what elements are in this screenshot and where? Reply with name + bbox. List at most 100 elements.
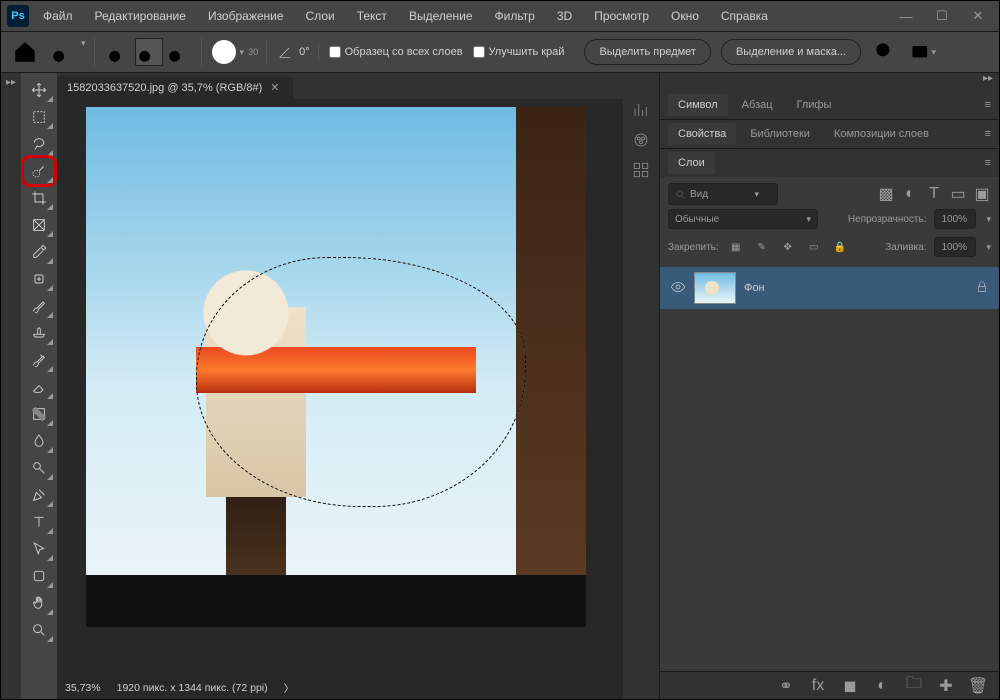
filter-type-icon[interactable]: T bbox=[925, 185, 943, 203]
filter-shape-icon[interactable]: ▭ bbox=[949, 185, 967, 203]
menu-select[interactable]: Выделение bbox=[401, 5, 481, 27]
tab-character[interactable]: Символ bbox=[668, 94, 728, 116]
path-selection-tool[interactable] bbox=[24, 536, 54, 562]
group-icon[interactable]: 🗀 bbox=[905, 677, 923, 695]
filter-pixel-icon[interactable]: ▩ bbox=[877, 185, 895, 203]
fill-input[interactable]: 100% bbox=[934, 237, 976, 257]
tab-libraries[interactable]: Библиотеки bbox=[740, 123, 820, 145]
minimize-button[interactable]: — bbox=[891, 9, 921, 24]
lock-label: Закрепить: bbox=[668, 242, 719, 253]
lock-position-icon[interactable]: ✥ bbox=[779, 238, 797, 256]
mask-icon[interactable]: ◼ bbox=[841, 677, 859, 695]
hand-tool[interactable] bbox=[24, 590, 54, 616]
canvas-viewport[interactable] bbox=[57, 99, 623, 677]
dodge-tool[interactable] bbox=[24, 455, 54, 481]
document-tab[interactable]: 1582033637520.jpg @ 35,7% (RGB/8#) ✕ bbox=[57, 76, 293, 99]
fill-label: Заливка: bbox=[885, 242, 926, 253]
tab-layers[interactable]: Слои bbox=[668, 152, 715, 174]
tab-layer-comps[interactable]: Композиции слоев bbox=[824, 123, 939, 145]
menu-view[interactable]: Просмотр bbox=[586, 5, 657, 27]
zoom-level[interactable]: 35,73% bbox=[65, 682, 101, 694]
sample-all-layers-checkbox[interactable]: Образец со всех слоев bbox=[329, 46, 463, 58]
chevron-down-icon: ▾ bbox=[932, 47, 937, 58]
filter-smart-icon[interactable]: ▣ bbox=[973, 185, 991, 203]
adjustment-layer-icon[interactable]: ◐ bbox=[873, 677, 891, 695]
lock-brush-icon[interactable]: ✎ bbox=[753, 238, 771, 256]
menu-text[interactable]: Текст bbox=[349, 5, 395, 27]
tab-paragraph[interactable]: Абзац bbox=[732, 94, 783, 116]
swatches-dock-icon[interactable] bbox=[630, 159, 652, 181]
menu-file[interactable]: Файл bbox=[35, 5, 81, 27]
select-subject-button[interactable]: Выделить предмет bbox=[584, 39, 711, 65]
layer-row-background[interactable]: Фон bbox=[660, 267, 999, 309]
histogram-dock-icon[interactable] bbox=[630, 99, 652, 121]
eyedropper-tool[interactable] bbox=[24, 239, 54, 265]
new-selection-button[interactable] bbox=[105, 38, 133, 66]
menu-layers[interactable]: Слои bbox=[298, 5, 343, 27]
delete-layer-icon[interactable]: 🗑 bbox=[969, 677, 987, 695]
link-layers-icon[interactable]: ⚭ bbox=[777, 677, 795, 695]
workspace: ▸▸ bbox=[1, 73, 999, 699]
menu-filter[interactable]: Фильтр bbox=[487, 5, 543, 27]
refine-edge-checkbox[interactable]: Улучшить край bbox=[473, 46, 565, 58]
tab-glyphs[interactable]: Глифы bbox=[787, 94, 842, 116]
subtract-selection-button[interactable] bbox=[165, 38, 193, 66]
workspace-switcher[interactable]: ▾ bbox=[909, 38, 937, 66]
layer-filter-dropdown[interactable]: Вид ▾ bbox=[668, 183, 778, 205]
expand-handle-icon[interactable]: ▸▸ bbox=[1, 73, 21, 91]
panel-menu-icon[interactable]: ≡ bbox=[985, 128, 991, 140]
close-tab-icon[interactable]: ✕ bbox=[270, 81, 279, 94]
close-button[interactable]: ✕ bbox=[963, 8, 993, 24]
add-selection-button[interactable] bbox=[135, 38, 163, 66]
status-chevron-icon[interactable]: 〉 bbox=[284, 681, 295, 696]
history-brush-tool[interactable] bbox=[24, 347, 54, 373]
menu-image[interactable]: Изображение bbox=[200, 5, 292, 27]
panel-menu-icon[interactable]: ≡ bbox=[985, 99, 991, 111]
panel-menu-icon[interactable]: ≡ bbox=[985, 157, 991, 169]
healing-brush-tool[interactable] bbox=[24, 266, 54, 292]
search-icon[interactable] bbox=[871, 38, 899, 66]
brush-swatch-icon[interactable] bbox=[212, 40, 236, 64]
visibility-toggle-icon[interactable] bbox=[670, 279, 686, 298]
menu-window[interactable]: Окно bbox=[663, 5, 707, 27]
canvas[interactable] bbox=[86, 107, 586, 627]
lock-icon[interactable] bbox=[975, 280, 989, 297]
clone-stamp-tool[interactable] bbox=[24, 320, 54, 346]
menu-help[interactable]: Справка bbox=[713, 5, 776, 27]
marquee-tool[interactable] bbox=[24, 104, 54, 130]
eraser-tool[interactable] bbox=[24, 374, 54, 400]
quick-selection-tool[interactable] bbox=[24, 158, 54, 184]
layers-panel: Вид ▾ ▩ ◐ T ▭ ▣ Обычные ▾ bbox=[660, 177, 999, 267]
crop-tool[interactable] bbox=[24, 185, 54, 211]
opacity-input[interactable]: 100% bbox=[934, 209, 976, 229]
menu-edit[interactable]: Редактирование bbox=[87, 5, 194, 27]
lock-all-icon[interactable]: 🔒 bbox=[831, 238, 849, 256]
tool-preset-picker[interactable] bbox=[49, 38, 77, 66]
new-layer-icon[interactable]: ✚ bbox=[937, 677, 955, 695]
blur-tool[interactable] bbox=[24, 428, 54, 454]
menu-3d[interactable]: 3D bbox=[549, 5, 580, 27]
color-dock-icon[interactable] bbox=[630, 129, 652, 151]
pen-tool[interactable] bbox=[24, 482, 54, 508]
maximize-button[interactable]: ☐ bbox=[927, 8, 957, 24]
home-button[interactable] bbox=[11, 38, 39, 66]
move-tool[interactable] bbox=[24, 77, 54, 103]
layer-thumbnail[interactable] bbox=[694, 272, 736, 304]
filter-adjust-icon[interactable]: ◐ bbox=[901, 185, 919, 203]
lock-artboard-icon[interactable]: ▭ bbox=[805, 238, 823, 256]
layer-name[interactable]: Фон bbox=[744, 282, 765, 294]
lock-pixels-icon[interactable]: ▦ bbox=[727, 238, 745, 256]
fx-icon[interactable]: fx bbox=[809, 677, 827, 695]
tab-properties[interactable]: Свойства bbox=[668, 123, 736, 145]
select-and-mask-button[interactable]: Выделение и маска... bbox=[721, 39, 861, 65]
blend-mode-dropdown[interactable]: Обычные ▾ bbox=[668, 209, 818, 229]
type-tool[interactable] bbox=[24, 509, 54, 535]
brush-tool[interactable] bbox=[24, 293, 54, 319]
opacity-label: Непрозрачность: bbox=[848, 214, 927, 225]
panel-collapse-handle[interactable]: ▸▸ bbox=[660, 73, 999, 91]
zoom-tool[interactable] bbox=[24, 617, 54, 643]
gradient-tool[interactable] bbox=[24, 401, 54, 427]
shape-tool[interactable] bbox=[24, 563, 54, 589]
frame-tool[interactable] bbox=[24, 212, 54, 238]
lasso-tool[interactable] bbox=[24, 131, 54, 157]
